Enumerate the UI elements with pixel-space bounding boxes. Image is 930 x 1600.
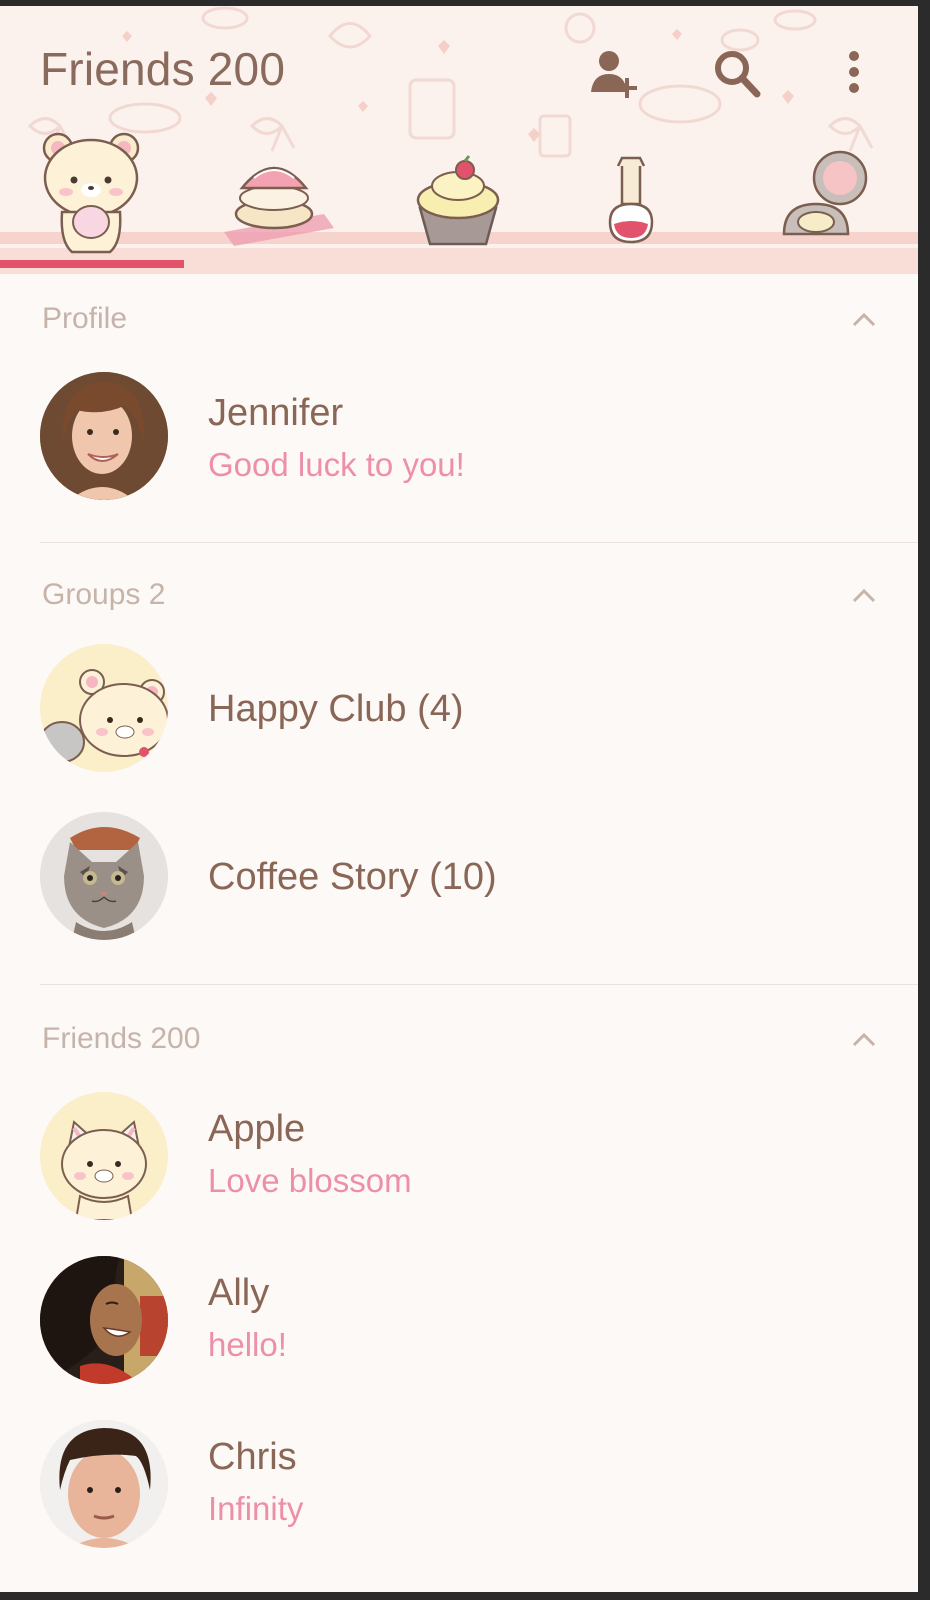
divider (40, 984, 918, 985)
chevron-up-icon[interactable] (846, 302, 882, 338)
avatar (40, 1092, 168, 1220)
tab-bear[interactable] (0, 126, 184, 274)
contact-name: Apple (208, 1108, 306, 1150)
contact-status: hello! (208, 1326, 287, 1363)
chevron-up-icon[interactable] (846, 578, 882, 614)
section-header-profile: Profile (42, 302, 128, 335)
search-icon[interactable] (707, 44, 767, 104)
divider (40, 542, 918, 543)
friend-row[interactable]: Apple Love blossom (0, 1092, 918, 1222)
avatar (40, 372, 168, 500)
tab-cupcake[interactable] (368, 126, 552, 274)
nail-polish-tab-icon (608, 156, 654, 244)
page-title: Friends 200 (40, 43, 286, 95)
app-header: Friends 200 (0, 6, 918, 274)
group-row[interactable]: Happy Club (4) (0, 644, 918, 774)
tab-cream-puff[interactable] (184, 126, 368, 274)
chevron-up-icon[interactable] (846, 1022, 882, 1058)
contact-name: Jennifer (208, 392, 344, 434)
tab-nail-polish[interactable] (552, 126, 736, 274)
group-name: Happy Club (4) (208, 688, 464, 730)
profile-row[interactable]: Jennifer Good luck to you! (0, 372, 918, 502)
contact-status: Good luck to you! (208, 446, 465, 483)
friend-row[interactable]: Chris Infinity (0, 1420, 918, 1550)
friends-screen: Friends 200 Profile Jennifer Good luck t… (0, 0, 930, 1600)
more-vertical-icon[interactable] (824, 44, 884, 104)
contact-name: Chris (208, 1436, 297, 1478)
screen-edge (0, 1592, 930, 1600)
avatar (40, 644, 168, 772)
avatar (40, 1420, 168, 1548)
selected-tab-indicator (0, 260, 184, 268)
avatar (40, 1256, 168, 1384)
contact-name: Ally (208, 1272, 270, 1314)
cream-puff-tab-icon (224, 166, 334, 246)
contact-status: Infinity (208, 1490, 304, 1527)
add-friend-icon[interactable] (585, 44, 645, 104)
avatar (40, 812, 168, 940)
bear-tab-icon (42, 132, 140, 254)
cupcake-tab-icon (416, 155, 500, 246)
screen-edge (918, 0, 930, 1600)
group-row[interactable]: Coffee Story (10) (0, 812, 918, 942)
section-header-friends: Friends 200 (42, 1022, 201, 1055)
friend-row[interactable]: Ally hello! (0, 1256, 918, 1386)
tab-compact-mirror[interactable] (736, 126, 918, 274)
category-tabs (0, 126, 918, 274)
section-header-groups: Groups 2 (42, 578, 166, 611)
compact-mirror-tab-icon (782, 150, 868, 236)
contact-status: Love blossom (208, 1162, 412, 1199)
group-name: Coffee Story (10) (208, 856, 497, 898)
